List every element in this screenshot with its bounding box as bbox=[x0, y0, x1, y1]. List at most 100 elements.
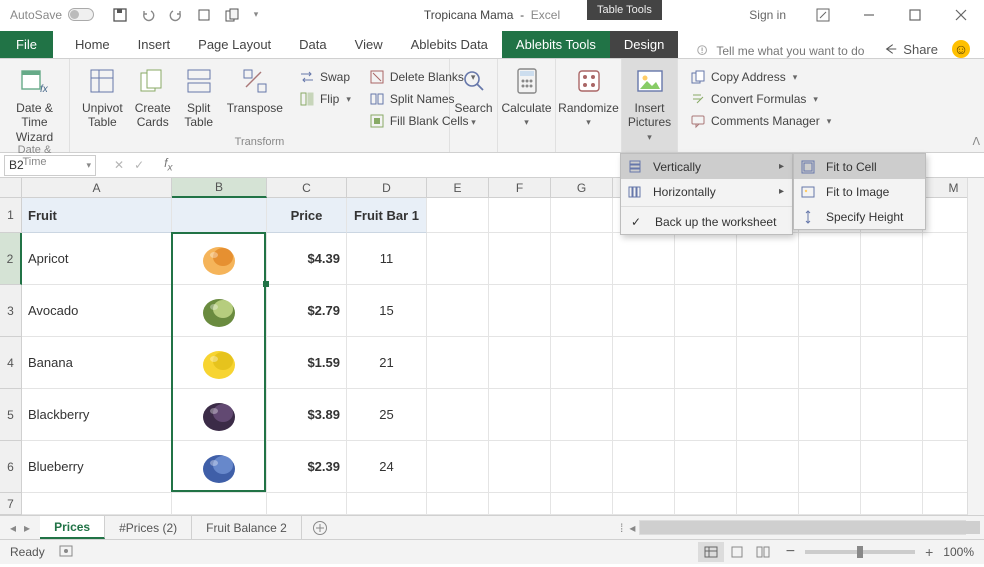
cell[interactable] bbox=[737, 515, 799, 516]
macro-record-icon[interactable] bbox=[59, 544, 75, 561]
cell[interactable] bbox=[489, 285, 551, 337]
cell[interactable]: Apricot bbox=[22, 233, 172, 285]
cell[interactable] bbox=[172, 493, 267, 515]
cell[interactable] bbox=[172, 515, 267, 516]
qat-icon-5[interactable] bbox=[224, 7, 240, 23]
tab-home[interactable]: Home bbox=[61, 31, 124, 58]
cell[interactable] bbox=[613, 337, 675, 389]
tab-design[interactable]: Design bbox=[610, 31, 678, 58]
tab-file[interactable]: File bbox=[0, 31, 53, 58]
cell[interactable] bbox=[861, 337, 923, 389]
view-page-break-icon[interactable] bbox=[750, 542, 776, 562]
cell[interactable] bbox=[675, 285, 737, 337]
cell[interactable] bbox=[613, 389, 675, 441]
cell[interactable] bbox=[427, 233, 489, 285]
cell[interactable] bbox=[613, 441, 675, 493]
column-header[interactable]: G bbox=[551, 178, 613, 198]
sheet-tab-prices-2[interactable]: #Prices (2) bbox=[105, 516, 192, 539]
cell[interactable] bbox=[675, 441, 737, 493]
row-header[interactable]: 8 bbox=[0, 515, 22, 516]
sheet-nav[interactable]: ◂▸ bbox=[0, 516, 40, 539]
undo-icon[interactable] bbox=[140, 7, 156, 23]
cell[interactable] bbox=[172, 389, 267, 441]
cell[interactable] bbox=[427, 337, 489, 389]
cell[interactable] bbox=[427, 285, 489, 337]
cell[interactable] bbox=[489, 515, 551, 516]
cell[interactable] bbox=[861, 233, 923, 285]
cell[interactable] bbox=[267, 493, 347, 515]
sheet-nav-prev-icon[interactable]: ◂ bbox=[10, 521, 16, 535]
sheet-tab-prices[interactable]: Prices bbox=[40, 516, 105, 539]
calculate-button[interactable]: Calculate▾ bbox=[506, 63, 547, 128]
cell[interactable] bbox=[551, 285, 613, 337]
create-cards-button[interactable]: Create Cards bbox=[131, 63, 175, 135]
cell[interactable] bbox=[613, 493, 675, 515]
horizontal-scrollbar[interactable]: ⁞◂ ▸ bbox=[614, 516, 984, 539]
cell[interactable] bbox=[551, 493, 613, 515]
column-header[interactable]: C bbox=[267, 178, 347, 198]
tab-page-layout[interactable]: Page Layout bbox=[184, 31, 285, 58]
cell[interactable] bbox=[22, 515, 172, 516]
menu-item-vertically[interactable]: Vertically ▸ bbox=[621, 154, 792, 179]
redo-icon[interactable] bbox=[168, 7, 184, 23]
zoom-level[interactable]: 100% bbox=[943, 545, 974, 559]
cell[interactable]: $2.39 bbox=[267, 441, 347, 493]
cell[interactable]: Fruit bbox=[22, 198, 172, 233]
cell[interactable] bbox=[551, 441, 613, 493]
cell[interactable] bbox=[675, 233, 737, 285]
cell[interactable]: $3.89 bbox=[267, 389, 347, 441]
cell[interactable] bbox=[675, 515, 737, 516]
flip-button[interactable]: Flip▾ bbox=[295, 89, 355, 109]
sheet-nav-next-icon[interactable]: ▸ bbox=[24, 521, 30, 535]
cell[interactable] bbox=[737, 337, 799, 389]
row-header[interactable]: 5 bbox=[0, 389, 22, 441]
cell[interactable]: $1.59 bbox=[267, 337, 347, 389]
enter-formula-icon[interactable]: ✓ bbox=[134, 158, 144, 172]
cell[interactable] bbox=[799, 441, 861, 493]
submenu-specify-height[interactable]: Specify Height bbox=[794, 204, 925, 229]
fx-icon[interactable]: fx bbox=[164, 156, 172, 173]
cell[interactable] bbox=[551, 389, 613, 441]
cell[interactable] bbox=[675, 493, 737, 515]
convert-formulas-button[interactable]: Convert Formulas▾ bbox=[686, 89, 818, 109]
cell[interactable] bbox=[613, 515, 675, 516]
cell[interactable] bbox=[861, 285, 923, 337]
cell[interactable] bbox=[551, 198, 613, 233]
row-header[interactable]: 6 bbox=[0, 441, 22, 493]
cell[interactable] bbox=[737, 233, 799, 285]
tell-me-search[interactable]: Tell me what you want to do bbox=[696, 44, 864, 58]
cell[interactable] bbox=[551, 233, 613, 285]
cell[interactable] bbox=[172, 337, 267, 389]
cell[interactable] bbox=[427, 493, 489, 515]
sign-in-link[interactable]: Sign in bbox=[735, 8, 800, 22]
tab-data[interactable]: Data bbox=[285, 31, 340, 58]
unpivot-table-button[interactable]: Unpivot Table bbox=[78, 63, 127, 135]
column-header[interactable]: E bbox=[427, 178, 489, 198]
sheet-tab-fruit-balance-2[interactable]: Fruit Balance 2 bbox=[192, 516, 302, 539]
cell[interactable] bbox=[267, 515, 347, 516]
row-header[interactable]: 7 bbox=[0, 493, 22, 515]
tab-insert[interactable]: Insert bbox=[124, 31, 185, 58]
cell[interactable] bbox=[737, 493, 799, 515]
cell[interactable]: 24 bbox=[347, 441, 427, 493]
view-normal-icon[interactable] bbox=[698, 542, 724, 562]
cell[interactable] bbox=[172, 233, 267, 285]
submenu-fit-to-cell[interactable]: Fit to Cell bbox=[794, 154, 925, 179]
copy-address-button[interactable]: Copy Address▾ bbox=[686, 67, 818, 87]
cell[interactable] bbox=[737, 441, 799, 493]
cell[interactable]: $4.39 bbox=[267, 233, 347, 285]
row-header[interactable]: 2 bbox=[0, 233, 22, 285]
swap-button[interactable]: Swap bbox=[295, 67, 355, 87]
cell[interactable] bbox=[861, 441, 923, 493]
cell[interactable] bbox=[861, 389, 923, 441]
cell[interactable]: Price bbox=[267, 198, 347, 233]
column-header[interactable]: B bbox=[172, 178, 267, 198]
randomize-button[interactable]: Randomize▾ bbox=[564, 63, 613, 128]
cell[interactable] bbox=[489, 233, 551, 285]
cell[interactable]: Blueberry bbox=[22, 441, 172, 493]
cell[interactable]: Banana bbox=[22, 337, 172, 389]
ribbon-display-options-icon[interactable] bbox=[800, 0, 846, 29]
zoom-out-icon[interactable]: − bbox=[786, 543, 795, 561]
cell[interactable] bbox=[489, 441, 551, 493]
minimize-icon[interactable] bbox=[846, 0, 892, 29]
